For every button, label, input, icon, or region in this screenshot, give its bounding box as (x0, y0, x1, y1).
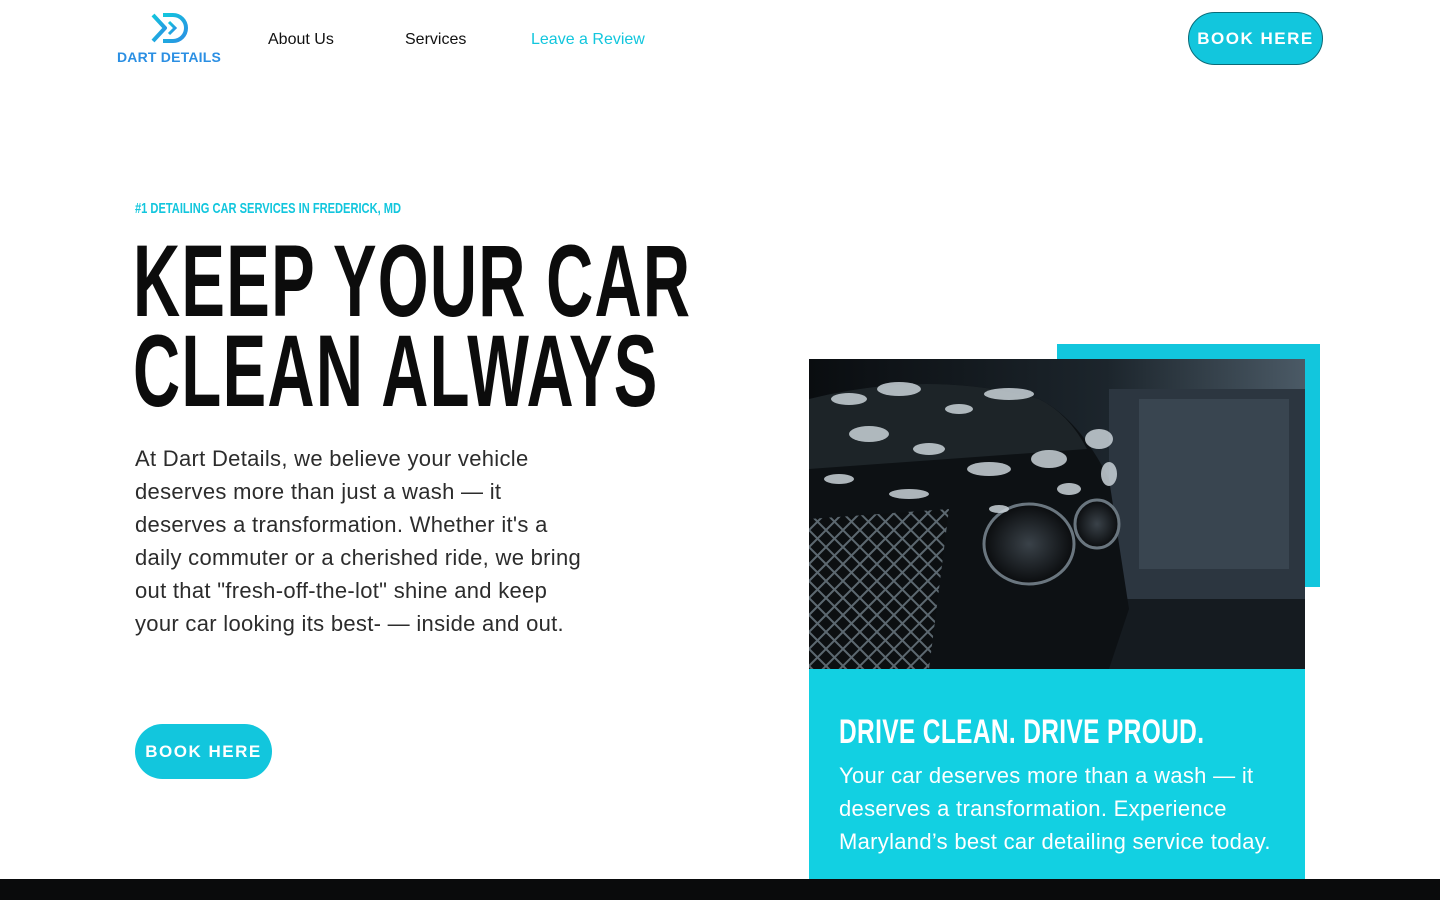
nav-link-leave-a-review[interactable]: Leave a Review (531, 31, 645, 49)
nav-link-about-us[interactable]: About Us (268, 31, 334, 49)
headline-line-1: KEEP YOUR CAR (133, 224, 692, 338)
car-wash-photo (809, 359, 1305, 669)
dart-details-logo[interactable]: DART DETAILS (116, 12, 222, 68)
drive-clean-card: DRIVE CLEAN. DRIVE PROUD. Your car deser… (809, 669, 1305, 900)
card-text: Your car deserves more than a wash — it … (839, 763, 1271, 854)
nav-link-services[interactable]: Services (405, 31, 466, 49)
next-section-preview (0, 879, 1440, 900)
logo-text: DART DETAILS (116, 49, 222, 65)
top-navigation: DART DETAILS About Us Services Leave a R… (0, 0, 1440, 82)
book-here-nav-button[interactable]: BOOK HERE (1188, 12, 1323, 65)
card-title: DRIVE CLEAN. DRIVE PROUD. (839, 713, 1205, 751)
hero-headline: KEEP YOUR CAR CLEAN ALWAYS (133, 224, 692, 428)
hero-tagline: #1 DETAILING CAR SERVICES IN FREDERICK, … (135, 200, 402, 217)
headline-line-2: CLEAN ALWAYS (133, 314, 659, 428)
logo-mark-icon (151, 13, 188, 43)
car-foam-illustration (809, 359, 1305, 669)
book-here-hero-button[interactable]: BOOK HERE (135, 724, 272, 779)
hero-description: At Dart Details, we believe your vehicle… (135, 446, 582, 636)
